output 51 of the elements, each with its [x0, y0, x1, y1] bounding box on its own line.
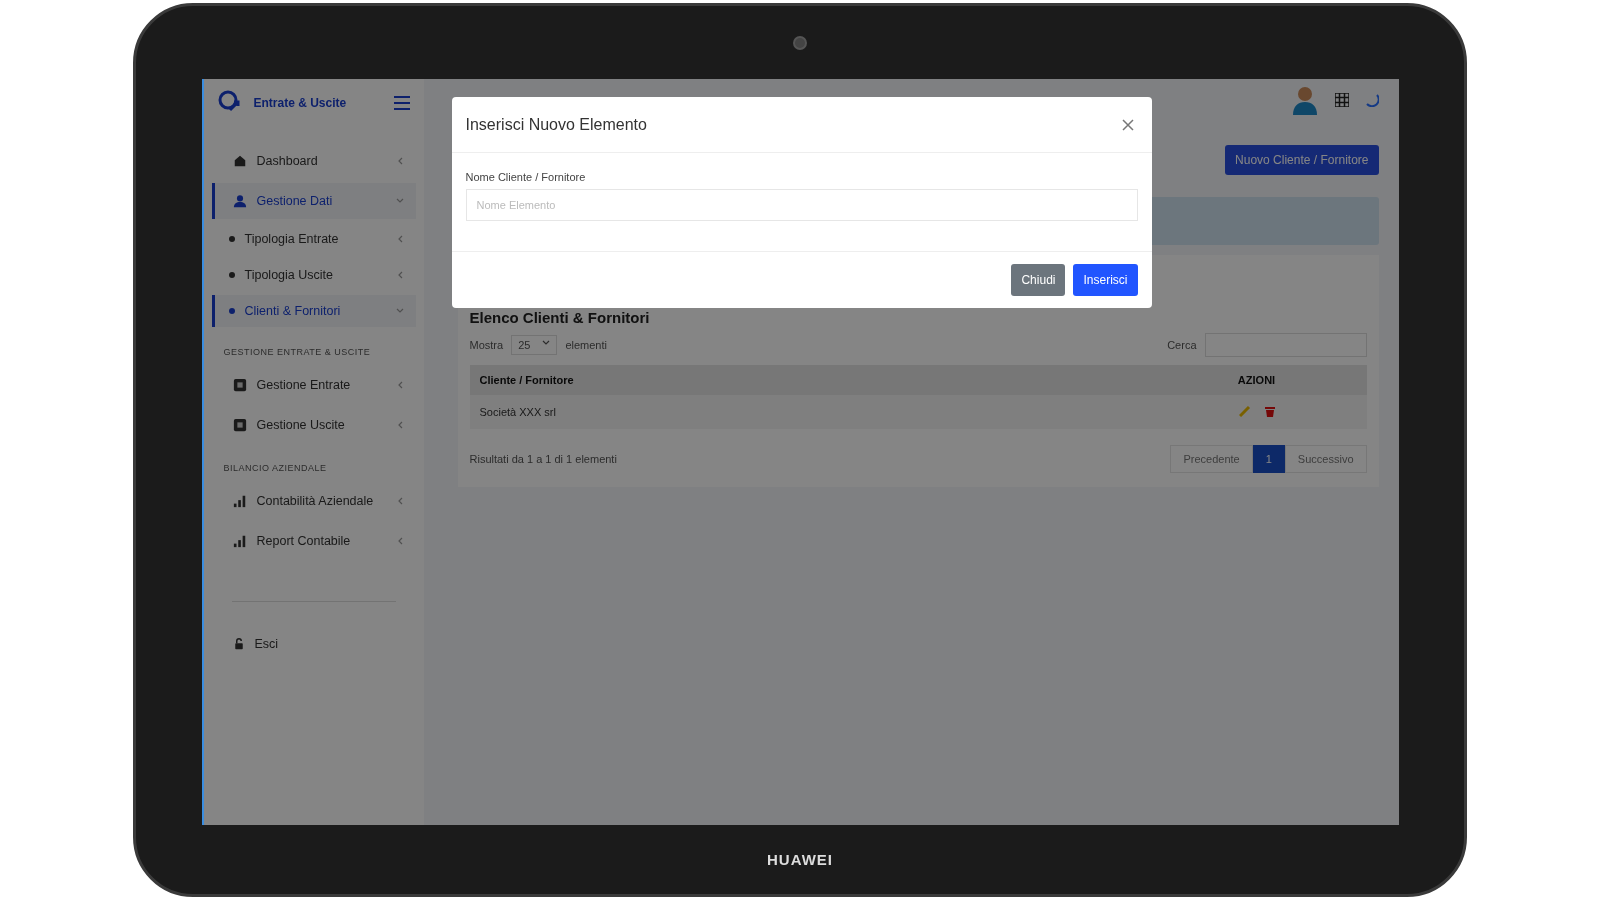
menu-icon[interactable] — [393, 96, 410, 110]
insert-button[interactable]: Inserisci — [1073, 264, 1138, 296]
column-header[interactable]: AZIONI — [1146, 365, 1367, 395]
pencil-icon[interactable] — [1238, 405, 1251, 417]
dot-icon — [228, 236, 235, 242]
field-label: Nome Cliente / Fornitore — [465, 171, 587, 183]
length-label: elementi — [565, 339, 607, 351]
close-icon — [1121, 119, 1134, 131]
camera-icon — [793, 35, 807, 50]
pagination-button[interactable]: Precedente — [1170, 445, 1253, 473]
section-header: BILANCIO AZIENDALE — [222, 462, 328, 475]
user-icon — [232, 194, 247, 208]
cancel-button[interactable]: Chiudi — [1011, 264, 1066, 296]
modal-title: Inserisci Nuovo Elemento — [465, 115, 647, 134]
sidebar-item[interactable]: Contabilità Aziendale — [211, 483, 416, 519]
table-cell: Società XXX srl — [469, 395, 1147, 429]
card-title: Elenco Clienti & Fornitori — [469, 309, 650, 326]
sidebar-item[interactable]: Report Contabile — [211, 523, 416, 559]
length-label: Mostra — [469, 339, 504, 351]
device-brand: HUAWEI — [767, 851, 833, 868]
search-label: Cerca — [1167, 339, 1197, 351]
name-input-field[interactable]: Nome Elemento — [465, 189, 1138, 221]
chevron-icon — [395, 197, 404, 205]
dot-icon — [228, 272, 235, 278]
app-title: Entrate & Uscite — [253, 96, 347, 110]
pagination-button[interactable]: 1 — [1252, 445, 1285, 473]
sidebar-item[interactable]: Tipologia Entrate — [211, 223, 416, 255]
sidebar-item[interactable]: Gestione Dati — [211, 183, 416, 219]
house-icon — [232, 154, 247, 168]
lock-icon — [232, 637, 245, 651]
page-size-select[interactable]: 25 — [511, 335, 558, 355]
chevron-icon — [542, 339, 551, 347]
sidebar-item[interactable]: Tipologia Uscite — [211, 259, 416, 291]
pagination-button[interactable]: Successivo — [1284, 445, 1367, 473]
logout-item[interactable]: Esci — [211, 626, 416, 662]
section-header: GESTIONE ENTRATE & USCITE — [222, 346, 372, 359]
dot-icon — [228, 308, 235, 314]
spinner-icon — [1364, 93, 1379, 107]
grid-icon[interactable] — [1334, 93, 1349, 107]
sidebar-item[interactable]: Clienti & Fornitori — [211, 295, 416, 327]
sidebar-item[interactable]: Gestione Uscite — [211, 407, 416, 443]
new-client-button[interactable]: Nuovo Cliente / Fornitore — [1225, 145, 1379, 175]
trash-icon[interactable] — [1264, 405, 1275, 417]
bars-icon — [232, 494, 247, 508]
chevron-icon — [395, 307, 404, 315]
sidebar-item[interactable]: Gestione Entrate — [211, 367, 416, 403]
avatar-icon[interactable] — [1290, 85, 1319, 115]
bars-icon — [232, 534, 247, 548]
sidebar-item[interactable]: Dashboard — [211, 143, 416, 179]
results-info: Risultati da 1 a 1 di 1 elementi — [469, 453, 617, 465]
column-header[interactable]: Cliente / Fornitore — [469, 365, 1147, 395]
